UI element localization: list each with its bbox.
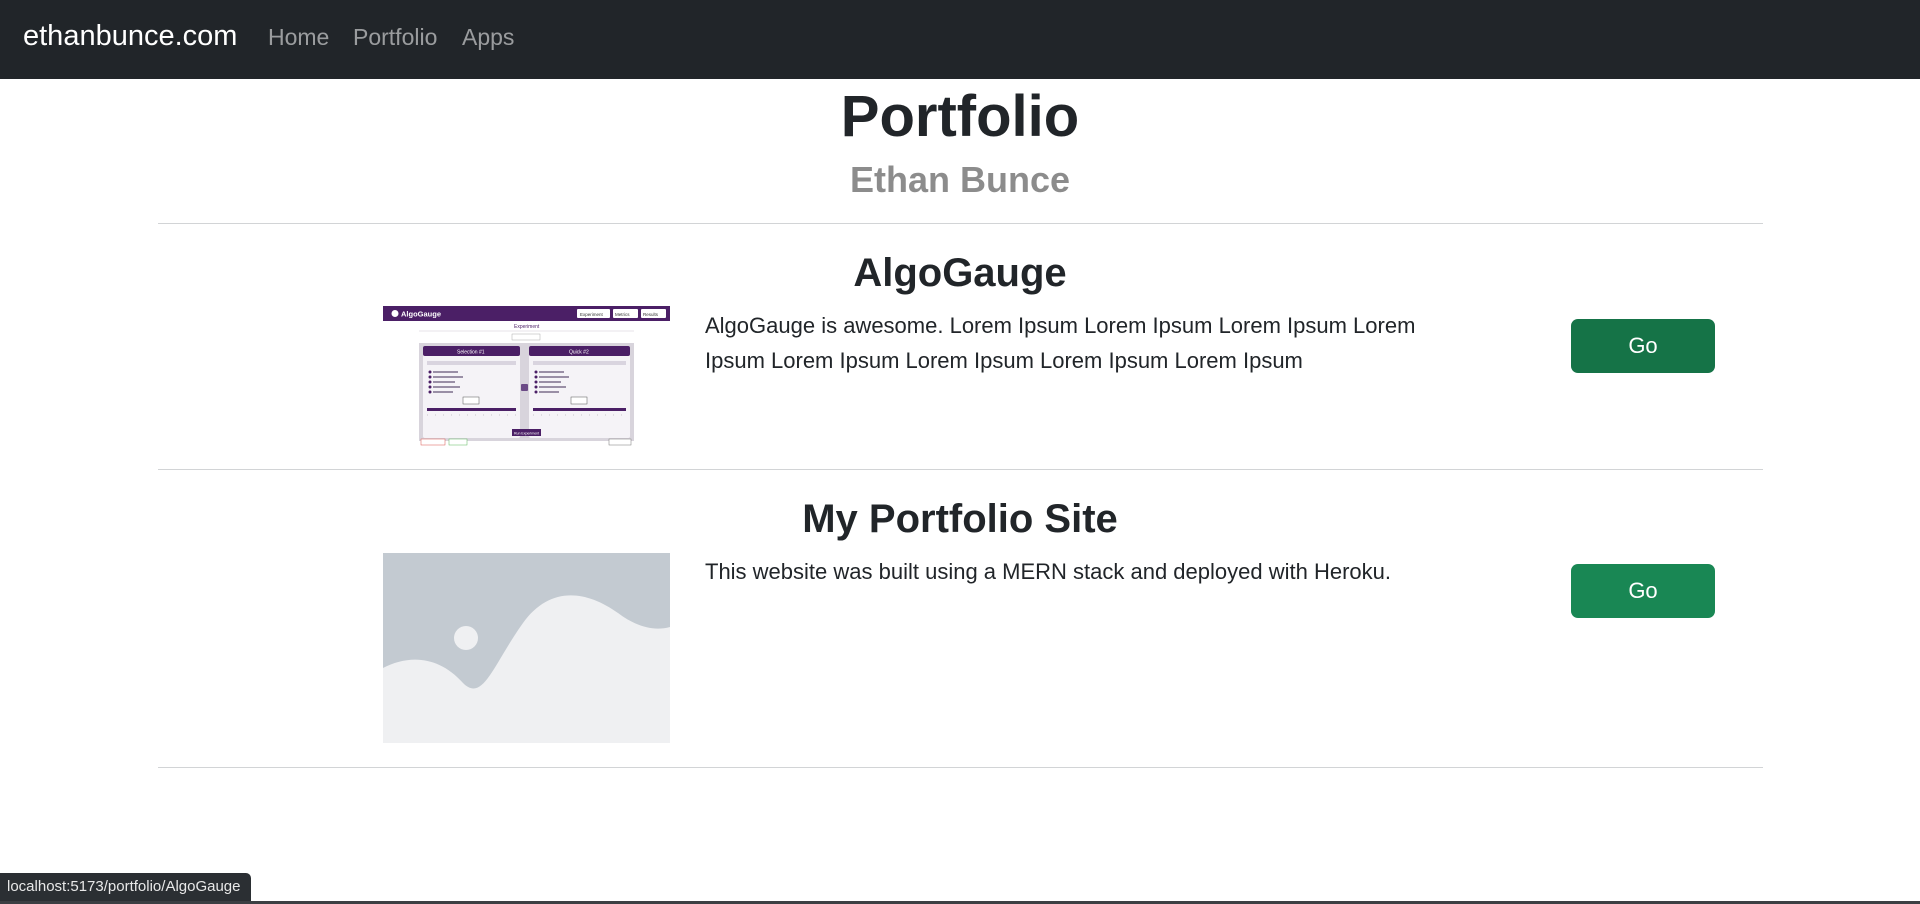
svg-text:Selection #1: Selection #1 [457, 350, 485, 356]
project-thumbnail-portfolio-site[interactable] [383, 553, 670, 743]
status-bar-url: localhost:5173/portfolio/AlgoGauge [0, 873, 251, 901]
page-subtitle: Ethan Bunce [849, 159, 1071, 200]
algogauge-screenshot: AlgoGauge Experiment Metrics Results Exp… [383, 306, 670, 447]
project-description-portfolio-site: This website was built using a MERN stac… [705, 559, 1391, 584]
go-button-algogauge[interactable]: Go [1571, 319, 1715, 373]
project-description-algogauge: AlgoGauge is awesome. Lorem Ipsum Lorem … [705, 313, 1416, 373]
project-thumbnail-algogauge[interactable]: AlgoGauge Experiment Metrics Results Exp… [383, 306, 670, 447]
go-button-portfolio-site[interactable]: Go [1571, 564, 1715, 618]
svg-text:Experiment: Experiment [514, 324, 540, 330]
svg-text:Quick #2: Quick #2 [569, 350, 589, 356]
svg-text:Results: Results [643, 312, 659, 317]
svg-text:Metrics: Metrics [615, 312, 630, 317]
divider [158, 767, 1763, 768]
page-title: Portfolio [840, 84, 1080, 149]
brand-link[interactable]: ethanbunce.com [23, 20, 237, 53]
svg-text:Run Experiment: Run Experiment [514, 432, 539, 436]
project-title-algogauge: AlgoGauge [853, 251, 1067, 295]
thumb-app-name: AlgoGauge [401, 310, 441, 319]
image-placeholder-icon [383, 553, 670, 743]
divider [158, 469, 1763, 470]
nav-link-portfolio[interactable]: Portfolio [353, 24, 437, 51]
divider [158, 223, 1763, 224]
nav-link-apps[interactable]: Apps [462, 24, 514, 51]
nav-link-home[interactable]: Home [268, 24, 329, 51]
navbar: ethanbunce.com Home Portfolio Apps [0, 0, 1920, 79]
svg-text:Experiment: Experiment [580, 312, 604, 317]
project-title-portfolio-site: My Portfolio Site [802, 497, 1118, 541]
